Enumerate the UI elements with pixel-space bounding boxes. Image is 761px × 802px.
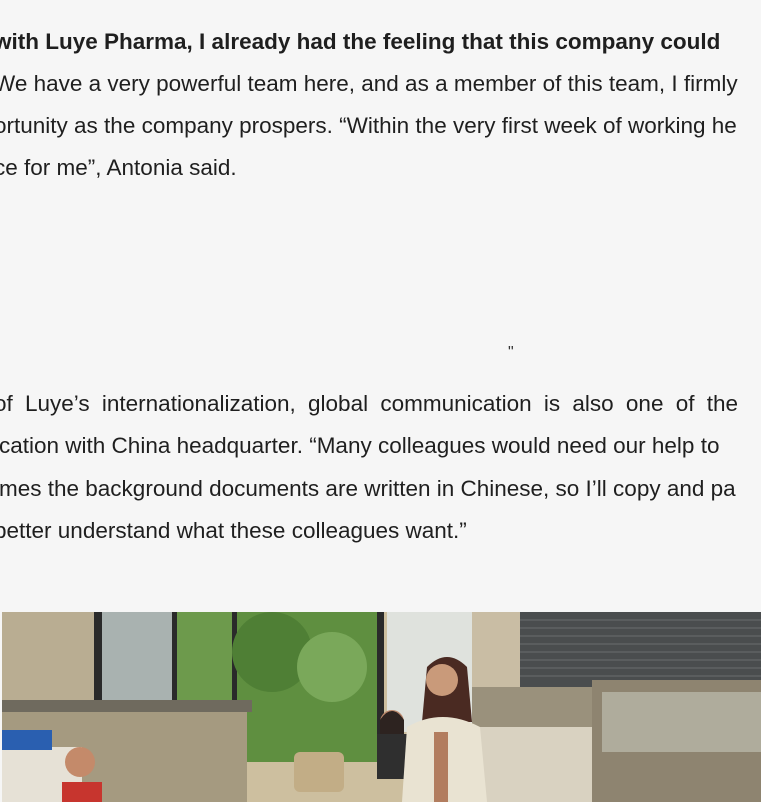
quote-mark: " bbox=[508, 344, 514, 361]
text-line: with Luye Pharma, I already had the feel… bbox=[0, 29, 721, 54]
text-line: of Luye’s internationalization, global c… bbox=[0, 391, 739, 416]
text-line: ce for me”, Antonia said. bbox=[0, 155, 237, 180]
office-photo-illustration bbox=[2, 612, 761, 802]
text-line: ortunity as the company prospers. “Withi… bbox=[0, 113, 737, 138]
text-line: imes the background documents are writte… bbox=[0, 476, 736, 501]
text-line: ication with China headquarter. “Many co… bbox=[0, 433, 720, 458]
text-line: better understand what these colleagues … bbox=[0, 518, 467, 543]
office-photo bbox=[2, 612, 761, 802]
text-line: We have a very powerful team here, and a… bbox=[0, 71, 738, 96]
